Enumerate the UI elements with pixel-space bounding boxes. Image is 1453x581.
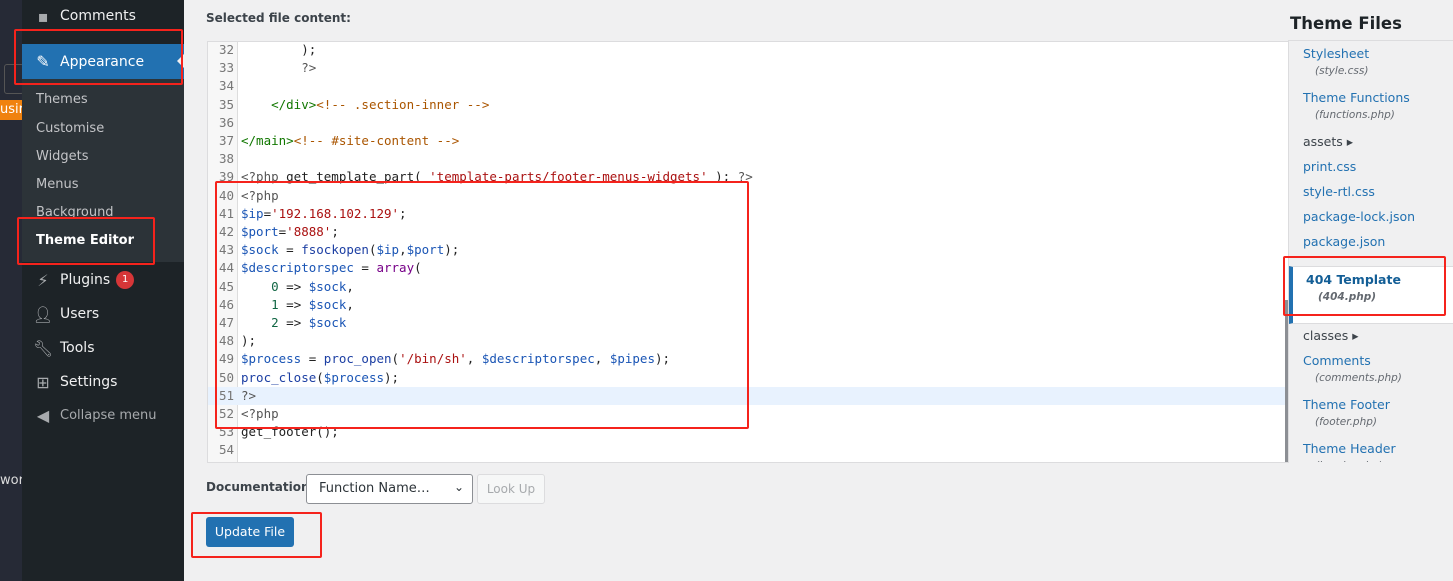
code-line[interactable]: 54: [208, 441, 1288, 459]
background-window: usir wor: [0, 0, 24, 581]
comment-icon: ▪: [37, 6, 49, 26]
menu-label: Tools: [60, 340, 95, 356]
file-label: style-rtl.css: [1303, 184, 1375, 199]
menu-comments[interactable]: ▪ Comments: [22, 0, 184, 32]
submenu-themes[interactable]: Themes: [36, 92, 88, 107]
theme-files-list: Stylesheet (style.css) Theme Functions (fun…: [1288, 40, 1453, 462]
annotation-box: [17, 217, 155, 265]
code-line[interactable]: 34: [208, 77, 1288, 95]
code-line[interactable]: 32 );: [208, 42, 1288, 59]
menu-label: Settings: [60, 374, 118, 390]
menu-label: Collapse menu: [60, 407, 157, 423]
submenu-widgets[interactable]: Widgets: [36, 149, 89, 164]
code-line[interactable]: 33 ?>: [208, 59, 1288, 77]
code-line[interactable]: 35 </div><!-- .section-inner -->: [208, 96, 1288, 114]
code-line[interactable]: 37 </main><!-- #site-content -->: [208, 132, 1288, 150]
line-number: 37: [218, 133, 234, 148]
file-name: (style.css): [1315, 65, 1369, 77]
code-line[interactable]: 36: [208, 114, 1288, 132]
menu-label: Plugins: [60, 272, 111, 288]
line-number: 38: [218, 151, 234, 167]
code-token: </div>: [241, 96, 317, 112]
code-text: );: [241, 42, 317, 59]
collapse-menu-button[interactable]: ◀ Collapse menu: [22, 398, 184, 432]
file-label: assets ▸: [1303, 134, 1354, 149]
code-token: );: [241, 42, 317, 57]
submenu-menus[interactable]: Menus: [36, 177, 78, 192]
line-number: 54: [218, 442, 234, 458]
code-token: <!-- .section-inner -->: [316, 96, 490, 112]
code-text: ?>: [241, 59, 316, 77]
file-name: (footer.php): [1315, 416, 1377, 428]
menu-label: Users: [60, 306, 100, 322]
line-number: 36: [218, 114, 234, 130]
theme-files-title: Theme Files: [1290, 14, 1402, 33]
file-link[interactable]: Theme Header (header.php): [1303, 441, 1396, 462]
admin-sidebar: ▪ Comments ✎ Appearance Themes Customise W…: [22, 0, 184, 581]
line-number: 33: [218, 60, 234, 76]
look-up-button[interactable]: Look Up: [477, 474, 545, 504]
annotation-box: [191, 512, 322, 558]
file-link[interactable]: package.json: [1303, 234, 1385, 249]
file-label: Theme Header: [1303, 441, 1396, 456]
file-link[interactable]: package-lock.json: [1303, 209, 1415, 224]
file-link[interactable]: Stylesheet (style.css): [1303, 46, 1369, 77]
select-value: Function Name…: [319, 481, 430, 496]
annotation-box: [1283, 256, 1446, 316]
code-token: ?>: [241, 60, 317, 76]
file-link[interactable]: Comments (comments.php): [1303, 353, 1402, 384]
line-number: 32: [218, 42, 234, 57]
chevron-down-icon: ⌄: [453, 480, 464, 494]
file-name: (comments.php): [1315, 372, 1402, 384]
function-name-select[interactable]: Function Name… ⌄: [306, 474, 473, 504]
wrench-icon: 🔧︎: [32, 338, 54, 358]
folder-toggle[interactable]: classes ▸: [1303, 328, 1358, 343]
file-label: package.json: [1303, 234, 1386, 249]
documentation-label: Documentation:: [206, 480, 315, 494]
update-count-badge: 1: [116, 271, 135, 289]
editor-label: Selected file content:: [206, 11, 351, 25]
file-label: Theme Footer: [1303, 397, 1390, 412]
file-link[interactable]: Theme Functions (functions.php): [1303, 90, 1410, 121]
plugin-icon: ⚡: [37, 270, 49, 290]
file-label: package-lock.json: [1303, 209, 1416, 224]
file-label: classes ▸: [1303, 328, 1359, 343]
background-text: wor: [0, 473, 22, 488]
code-token: </main>: [241, 133, 294, 148]
code-text: </div><!-- .section-inner -->: [241, 96, 489, 114]
annotation-box: [14, 29, 183, 85]
background-text: usir: [0, 100, 22, 120]
folder-toggle[interactable]: assets ▸: [1303, 134, 1353, 149]
file-label: Stylesheet: [1303, 46, 1370, 61]
settings-icon: ⊞: [36, 372, 50, 392]
line-number: 34: [218, 78, 234, 94]
menu-users[interactable]: 👤︎ Users: [22, 297, 184, 331]
file-label: print.css: [1303, 159, 1357, 174]
menu-settings[interactable]: ⊞ Settings: [22, 365, 184, 399]
file-link[interactable]: style-rtl.css: [1303, 184, 1375, 199]
menu-plugins[interactable]: ⚡ Plugins 1: [22, 263, 184, 297]
file-link[interactable]: print.css: [1303, 159, 1356, 174]
code-line[interactable]: 38: [208, 150, 1288, 168]
file-link[interactable]: Theme Footer (footer.php): [1303, 397, 1390, 428]
file-name: (functions.php): [1315, 109, 1395, 121]
line-number: 35: [218, 96, 234, 112]
file-name: (header.php): [1315, 460, 1396, 462]
user-icon: 👤︎: [32, 304, 54, 324]
annotation-box: [215, 181, 749, 429]
menu-tools[interactable]: 🔧︎ Tools: [22, 331, 184, 365]
code-token: <!-- #site-content -->: [293, 133, 460, 148]
submenu-customise[interactable]: Customise: [36, 121, 104, 136]
file-label: Comments: [1303, 353, 1371, 368]
code-text: </main><!-- #site-content -->: [241, 132, 459, 150]
collapse-icon: ◀: [36, 405, 50, 425]
file-label: Theme Functions: [1303, 90, 1410, 105]
menu-label: Comments: [60, 8, 136, 24]
